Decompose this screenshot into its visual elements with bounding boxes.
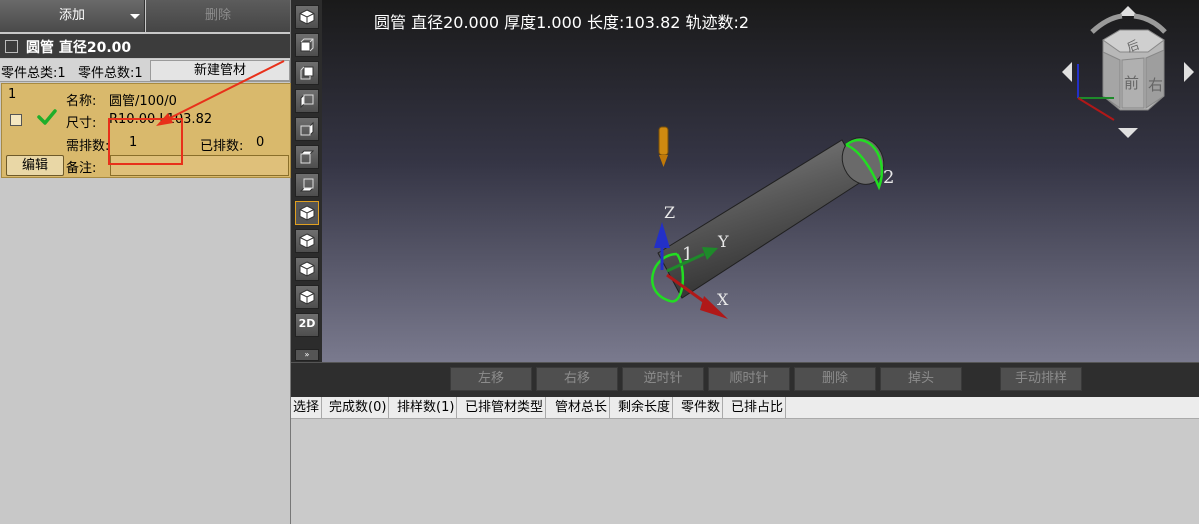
size-label: 尺寸: xyxy=(66,116,97,131)
col-part-count[interactable]: 零件数 xyxy=(679,397,724,418)
delete-button[interactable]: 删除 xyxy=(146,0,290,32)
view-toolbar: 2D » xyxy=(291,0,322,362)
3d-viewport[interactable]: 圆管 直径20.000 厚度1.000 长度:103.82 轨迹数:2 1 2 … xyxy=(322,0,1199,362)
move-left-button[interactable]: 左移 xyxy=(450,367,532,391)
rotate-ccw-icon[interactable] xyxy=(1090,13,1123,34)
part-list-panel: 添加 删除 圆管 直径20.00 零件总类:1 零件总数:1 新建管材 1 名称… xyxy=(0,0,291,524)
axis-y-label: Y xyxy=(717,232,729,251)
view-cube-front-label[interactable]: 前 xyxy=(1124,74,1139,92)
nested-label: 已排数: xyxy=(200,139,244,154)
add-button[interactable]: 添加 xyxy=(0,0,145,32)
group-title: 圆管 直径20.00 xyxy=(26,40,132,56)
col-completed[interactable]: 完成数(0) xyxy=(327,397,390,418)
rotate-ccw-button[interactable]: 逆时针 xyxy=(622,367,704,391)
col-ratio[interactable]: 已排占比 xyxy=(729,397,787,418)
edit-button[interactable]: 编辑 xyxy=(6,155,64,176)
mode-2d-label: 2D xyxy=(298,317,316,330)
view-top-icon[interactable] xyxy=(295,145,319,169)
view-shaded-icon[interactable] xyxy=(295,201,319,225)
category-total: 零件总类:1 xyxy=(1,66,66,81)
checkmark-icon xyxy=(37,109,57,125)
view-cube-left-arrow-icon[interactable] xyxy=(1062,62,1072,82)
scene: 1 2 Z Y X 后 前 右 xyxy=(651,6,1194,319)
required-label: 需排数: xyxy=(66,139,110,154)
axis-z-label: Z xyxy=(664,203,675,222)
add-button-label: 添加 xyxy=(58,8,85,23)
nest-table-header: 选择 完成数(0) 排样数(1) 已排管材类型 管材总长 剩余长度 零件数 已排… xyxy=(291,397,1199,419)
manual-nest-button[interactable]: 手动排样 xyxy=(1000,367,1082,391)
part-index: 1 xyxy=(8,87,17,102)
col-tube-type[interactable]: 已排管材类型 xyxy=(463,397,547,418)
rotate-cw-button[interactable]: 顺时针 xyxy=(708,367,790,391)
tube-model xyxy=(657,137,885,299)
name-label: 名称: xyxy=(66,94,97,109)
remark-label: 备注: xyxy=(66,161,97,176)
view-right-icon[interactable] xyxy=(295,117,319,141)
view-wire-icon[interactable] xyxy=(295,229,319,253)
view-cube[interactable]: 后 前 右 xyxy=(1062,6,1194,138)
nest-table-body[interactable] xyxy=(291,419,1199,524)
part-checkbox[interactable] xyxy=(10,114,22,126)
move-right-button[interactable]: 右移 xyxy=(536,367,618,391)
view-left-icon[interactable] xyxy=(295,89,319,113)
group-checkbox[interactable] xyxy=(5,40,18,53)
chevron-double-down-icon[interactable]: » xyxy=(295,349,319,361)
annotation-arrow-icon xyxy=(156,60,285,126)
chevron-down-icon[interactable] xyxy=(130,14,140,19)
view-edges-icon[interactable] xyxy=(295,285,319,309)
view-back-icon[interactable] xyxy=(295,61,319,85)
mode-2d-button[interactable]: 2D xyxy=(295,313,319,337)
col-nest-count[interactable]: 排样数(1) xyxy=(395,397,458,418)
axis-x-label: X xyxy=(717,290,729,309)
view-iso-icon[interactable] xyxy=(295,5,319,29)
nesting-action-bar: 左移 右移 逆时针 顺时针 删除 掉头 手动排样 xyxy=(291,362,1199,397)
path-label-2: 2 xyxy=(883,167,894,188)
cutting-head-icon xyxy=(658,126,669,167)
view-cube-down-arrow-icon[interactable] xyxy=(1118,128,1138,138)
nested-value: 0 xyxy=(256,135,265,150)
view-cube-right-label[interactable]: 右 xyxy=(1148,76,1163,94)
view-cube-right-arrow-icon[interactable] xyxy=(1184,62,1194,82)
view-hidden-icon[interactable] xyxy=(295,257,319,281)
col-remaining-length[interactable]: 剩余长度 xyxy=(616,397,674,418)
col-total-length[interactable]: 管材总长 xyxy=(553,397,611,418)
col-select[interactable]: 选择 xyxy=(291,397,323,418)
flip-button[interactable]: 掉头 xyxy=(880,367,962,391)
delete-nest-button[interactable]: 删除 xyxy=(794,367,876,391)
delete-button-label: 删除 xyxy=(204,8,231,23)
view-front-icon[interactable] xyxy=(295,33,319,57)
edit-button-label: 编辑 xyxy=(21,158,48,173)
view-bottom-icon[interactable] xyxy=(295,173,319,197)
